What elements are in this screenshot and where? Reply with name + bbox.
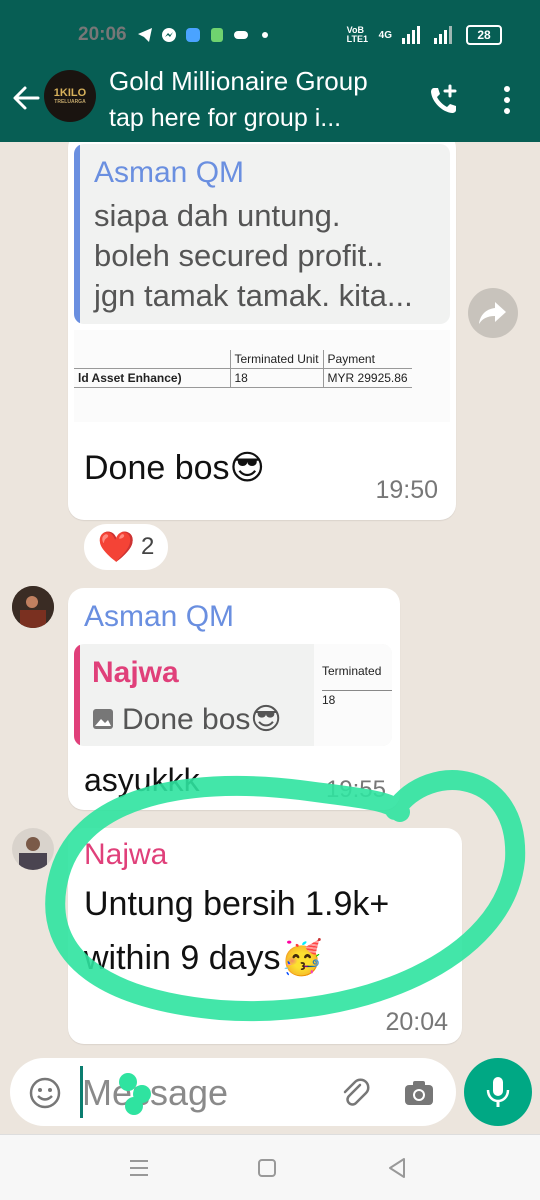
signal-label: 4G bbox=[378, 29, 392, 41]
battery-indicator: 28 bbox=[466, 25, 502, 45]
table-cell-unit: 18 bbox=[229, 368, 324, 388]
quoted-message[interactable]: Asman QM siapa dah untung. boleh secured… bbox=[74, 144, 450, 324]
game-controller-icon bbox=[234, 31, 248, 39]
quote-line-1: siapa dah untung. bbox=[94, 198, 341, 233]
group-title[interactable]: Gold Millionaire Group bbox=[109, 66, 368, 97]
chat-area[interactable]: Asman QM siapa dah untung. boleh secured… bbox=[0, 142, 540, 1134]
quote-sender-name: Asman QM bbox=[94, 156, 245, 189]
sender-avatar[interactable] bbox=[12, 828, 54, 870]
add-call-icon[interactable] bbox=[428, 84, 460, 116]
payment-table: Terminated Unit Payment ld Asset Enhance… bbox=[74, 350, 412, 388]
forward-icon bbox=[479, 302, 506, 324]
microphone-icon bbox=[486, 1077, 510, 1107]
dot-icon bbox=[262, 32, 268, 38]
reaction-badge[interactable]: ❤️ 2 bbox=[82, 522, 170, 572]
sender-avatar[interactable] bbox=[12, 586, 54, 628]
message-text: asyukkk bbox=[84, 762, 200, 798]
thumb-value: 18 bbox=[322, 690, 392, 707]
quoted-message[interactable]: Najwa Done bos😎 Terminated 18 bbox=[74, 644, 392, 746]
back-icon[interactable] bbox=[382, 1155, 412, 1181]
message-text-line-2: within 9 days🥳 bbox=[84, 939, 323, 977]
quote-text: Done bos😎 bbox=[122, 703, 282, 736]
message-composer[interactable]: Message bbox=[10, 1058, 456, 1126]
clock: 20:06 bbox=[78, 24, 127, 45]
system-icons: VoB LTE1 4G 28 bbox=[347, 25, 502, 45]
system-navigation-bar bbox=[0, 1134, 540, 1200]
quote-sender-name: Najwa bbox=[92, 656, 179, 689]
forward-button[interactable] bbox=[468, 288, 518, 338]
table-row-label: ld Asset Enhance) bbox=[78, 371, 182, 385]
messenger-icon bbox=[162, 28, 176, 42]
message-bubble[interactable]: Asman QM Najwa Done bos😎 Terminated 18 a… bbox=[68, 588, 400, 810]
photo-icon bbox=[93, 709, 113, 729]
attach-icon[interactable] bbox=[338, 1076, 372, 1110]
group-avatar[interactable]: 1KILO TRELUARGA bbox=[44, 70, 96, 122]
message-time: 19:55 bbox=[325, 776, 386, 803]
sender-name: Najwa bbox=[84, 838, 168, 871]
message-input[interactable]: Message bbox=[82, 1072, 228, 1114]
app-icon bbox=[186, 28, 200, 42]
message-text: Done bos😎 bbox=[84, 449, 265, 487]
app-icon-green bbox=[211, 28, 223, 42]
message-time: 19:50 bbox=[375, 476, 438, 504]
heart-reaction-icon: ❤️ bbox=[97, 530, 135, 564]
table-cell-payment: MYR 29925.86 bbox=[322, 368, 412, 388]
avatar-logo-subtext: TRELUARGA bbox=[54, 99, 86, 105]
quote-bar bbox=[74, 144, 80, 324]
camera-icon[interactable] bbox=[402, 1076, 436, 1110]
image-snippet[interactable]: Terminated Unit Payment ld Asset Enhance… bbox=[74, 330, 450, 422]
voice-record-button[interactable] bbox=[464, 1058, 532, 1126]
message-bubble[interactable]: Asman QM siapa dah untung. boleh secured… bbox=[68, 142, 456, 520]
chat-header[interactable]: 1KILO TRELUARGA Gold Millionaire Group t… bbox=[0, 60, 540, 142]
reaction-count: 2 bbox=[141, 533, 155, 560]
home-icon[interactable] bbox=[252, 1155, 282, 1181]
quote-bar bbox=[74, 644, 80, 746]
notification-icons bbox=[137, 27, 273, 43]
message-bubble[interactable]: Najwa Untung bersih 1.9k+ within 9 days🥳… bbox=[68, 828, 462, 1044]
table-header-payment: Payment bbox=[322, 350, 412, 369]
recent-apps-icon[interactable] bbox=[124, 1155, 154, 1181]
message-text-line-1: Untung bersih 1.9k+ bbox=[84, 885, 390, 923]
sender-name: Asman QM bbox=[84, 600, 235, 633]
emoji-icon[interactable] bbox=[28, 1076, 62, 1110]
table-header-unit: Terminated Unit bbox=[229, 350, 324, 369]
quote-line-2: boleh secured profit.. bbox=[94, 238, 384, 273]
back-arrow-icon[interactable] bbox=[12, 84, 40, 112]
quote-thumbnail: Terminated 18 bbox=[314, 644, 392, 746]
group-info-hint[interactable]: tap here for group i... bbox=[109, 104, 341, 133]
thumb-header: Terminated bbox=[322, 664, 382, 678]
message-time: 20:04 bbox=[385, 1008, 448, 1036]
quote-line-3: jgn tamak tamak. kita... bbox=[94, 278, 413, 313]
more-options-icon[interactable] bbox=[498, 84, 516, 116]
network-label: VoB LTE1 bbox=[346, 25, 368, 44]
signal-icon-2 bbox=[434, 26, 452, 44]
avatar-logo-text: 1KILO bbox=[53, 87, 87, 99]
signal-icon bbox=[402, 26, 420, 44]
telegram-icon bbox=[138, 28, 152, 42]
